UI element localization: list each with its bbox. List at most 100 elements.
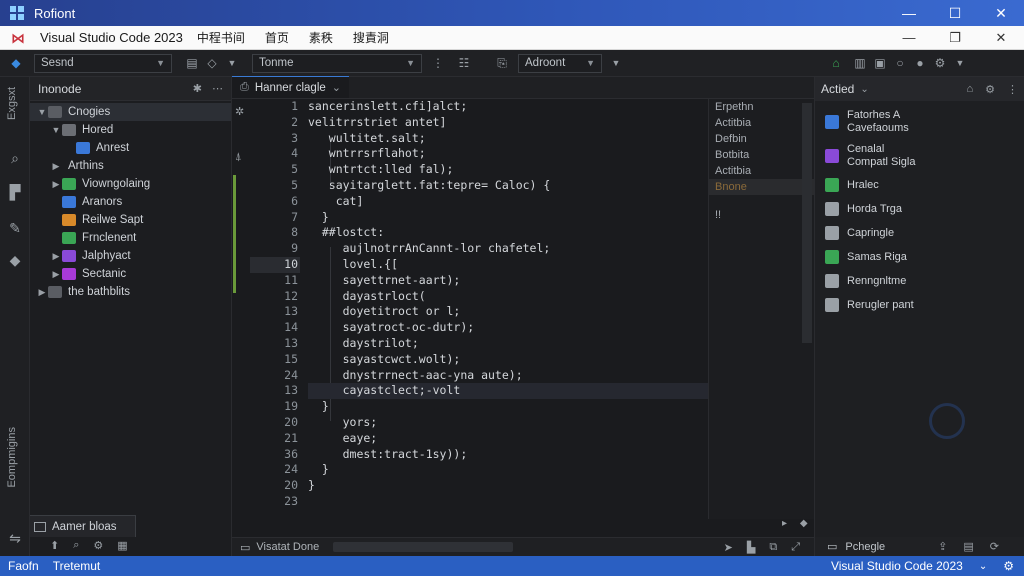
code-line[interactable]: sayastcwct.wolt); <box>308 352 708 368</box>
editor-tab[interactable]: ⎙ Hanner clagle ⌄ <box>232 76 349 98</box>
tree-item[interactable]: ▶ Sectanic <box>30 265 231 283</box>
tree-item[interactable]: ▶ the bathblits <box>30 283 231 301</box>
wrench-icon[interactable]: ✎ <box>6 219 24 237</box>
outline-item[interactable]: Actitbia <box>709 163 814 179</box>
chevron-right-icon[interactable]: ▶ <box>36 287 48 298</box>
code-line[interactable]: dayastrloct( <box>308 289 708 305</box>
code-line[interactable]: aujlnotrrAnCannt-lor chafetel; <box>308 241 708 257</box>
code-line[interactable]: doyetitroct or l; <box>308 304 708 320</box>
circle-icon[interactable]: ○ <box>890 53 910 73</box>
tree-item[interactable]: ▶ Arthins <box>30 157 231 175</box>
pin-icon[interactable]: ⬆ <box>50 539 59 552</box>
save-icon[interactable]: ▤ <box>182 53 202 73</box>
tree-item[interactable]: Reilwe Sapt <box>30 211 231 229</box>
settings-icon[interactable]: ⚙ <box>1003 559 1014 573</box>
code-line[interactable]: cayastclect;-volt <box>308 383 708 400</box>
tree-item[interactable]: ▼ Hored <box>30 121 231 139</box>
chevron-right-icon[interactable]: ▶ <box>50 251 62 262</box>
code-line[interactable]: sayatroct-oc-dutr); <box>308 320 708 336</box>
code-line[interactable]: daystrilot; <box>308 336 708 352</box>
app-minimize-button[interactable]: — <box>886 30 932 46</box>
search-icon[interactable]: ⌕ <box>73 539 79 552</box>
image-icon[interactable]: ▙ <box>747 541 755 554</box>
extension-item[interactable]: Fatorhes A Cavefaoums <box>815 105 1024 139</box>
extension-item[interactable]: Capringle <box>815 221 1024 245</box>
layout-icon[interactable]: ▣ <box>870 53 890 73</box>
home-icon[interactable]: ⌂ <box>966 83 973 96</box>
extension-item[interactable]: Cenalal Compatl Sigla <box>815 139 1024 173</box>
share-icon[interactable]: ⇪ <box>938 540 947 553</box>
grid-icon[interactable]: ☷ <box>454 53 474 73</box>
gear-icon[interactable]: ✲ <box>235 105 244 118</box>
outline-item[interactable]: Erpethn <box>709 99 814 115</box>
explorer-bottom-tab[interactable]: Aamer bloas <box>30 515 136 537</box>
search-icon[interactable]: ⌕ <box>6 149 24 167</box>
app-restore-button[interactable]: ❐ <box>932 30 978 46</box>
tree-item[interactable]: ▶ Viowngolaing <box>30 175 231 193</box>
chevron-down-icon[interactable]: ▼ <box>606 53 626 73</box>
outline-item[interactable]: !! <box>709 207 814 223</box>
menu-item[interactable]: 素秩 <box>309 29 333 46</box>
star-icon[interactable]: ✱ <box>193 82 202 95</box>
bell-icon[interactable]: ⍋ <box>235 151 242 164</box>
home-icon[interactable]: ⌂ <box>826 53 846 73</box>
action-icon[interactable]: ◆ <box>800 518 808 529</box>
gear-icon[interactable]: ⚙ <box>930 53 950 73</box>
scope-select[interactable]: Sesnd ▼ <box>34 53 172 73</box>
status-middle[interactable]: Tretemut <box>53 559 101 573</box>
tree-item[interactable]: Anrest <box>30 139 231 157</box>
accounts-icon[interactable]: ⇋ <box>6 529 24 547</box>
code-line[interactable]: sayitarglett.fat:tepre= Caloc) { <box>308 178 708 194</box>
outline-item[interactable]: Bnone <box>709 179 814 195</box>
extension-item[interactable]: Hralec <box>815 173 1024 197</box>
outline-item[interactable]: Actitbia <box>709 115 814 131</box>
menu-item[interactable]: 首页 <box>265 29 289 46</box>
maximize-button[interactable]: ☐ <box>932 5 978 22</box>
eye-icon[interactable]: ◇ <box>202 53 222 73</box>
menu-item[interactable]: 中程书间 <box>197 29 245 46</box>
code-line[interactable]: sayettrnet-aart); <box>308 273 708 289</box>
chevron-down-icon[interactable]: ▼ <box>50 125 62 135</box>
code-line[interactable]: wntrrsrflahot; <box>308 146 708 162</box>
code-line[interactable]: dmest:tract-1sy)); <box>308 447 708 463</box>
refresh-icon[interactable]: ⟳ <box>990 540 999 553</box>
extension-item[interactable]: Samas Riga <box>815 245 1024 269</box>
minimize-button[interactable]: — <box>886 5 932 22</box>
user-icon[interactable]: ● <box>910 53 930 73</box>
tree-item[interactable]: ▼ Cnogies <box>30 103 231 121</box>
extension-item[interactable]: Rerugler pant <box>815 293 1024 317</box>
outline-item[interactable]: Botbita <box>709 147 814 163</box>
grid-icon[interactable]: ▦ <box>117 539 127 552</box>
code-line[interactable]: lovel.{[ <box>308 257 708 273</box>
status-right-label[interactable]: Visual Studio Code 2023 <box>831 559 963 573</box>
outline-item[interactable]: Defbin <box>709 131 814 147</box>
bookmark-icon[interactable]: ⎘ <box>492 53 512 73</box>
chevron-right-icon[interactable]: ▶ <box>50 269 62 280</box>
tree-item[interactable]: ▶ Jalphyact <box>30 247 231 265</box>
tree-item[interactable]: Frnclenent <box>30 229 231 247</box>
theme-select[interactable]: Tonme ▼ <box>252 53 422 73</box>
code-line[interactable]: eaye; <box>308 431 708 447</box>
mode-select[interactable]: Adroont ▼ <box>518 53 602 73</box>
split-icon[interactable]: ⧉ <box>769 541 777 554</box>
code-line[interactable]: dnystrrnect-aac-yna aute); <box>308 368 708 384</box>
extension-item[interactable]: Horda Trga <box>815 197 1024 221</box>
extensions-icon[interactable]: ◆ <box>6 251 24 269</box>
code-line[interactable]: } <box>308 478 708 494</box>
horizontal-scrollbar[interactable] <box>333 542 514 552</box>
diamond-icon[interactable]: ◆ <box>6 53 26 73</box>
code-line[interactable]: } <box>308 210 708 226</box>
menu-item[interactable]: 搜責洞 <box>353 29 389 46</box>
code-line[interactable]: yors; <box>308 415 708 431</box>
vertical-scrollbar[interactable] <box>802 103 812 343</box>
more-icon[interactable]: ⋯ <box>212 82 223 95</box>
chevron-down-icon[interactable]: ⌄ <box>332 81 341 94</box>
tree-item[interactable]: Aranors <box>30 193 231 211</box>
code-content[interactable]: sancerinslett.cfi]alct; velitrrstriet ant… <box>308 99 708 494</box>
save-icon[interactable]: ▤ <box>963 540 973 553</box>
chevron-right-icon[interactable]: ▶ <box>50 161 62 172</box>
code-line[interactable]: velitrrstriet antet] <box>308 115 708 131</box>
code-line[interactable]: wntrtct:lled fal); <box>308 162 708 178</box>
code-line[interactable]: ##lostct: <box>308 225 708 241</box>
code-line[interactable]: } <box>308 462 708 478</box>
